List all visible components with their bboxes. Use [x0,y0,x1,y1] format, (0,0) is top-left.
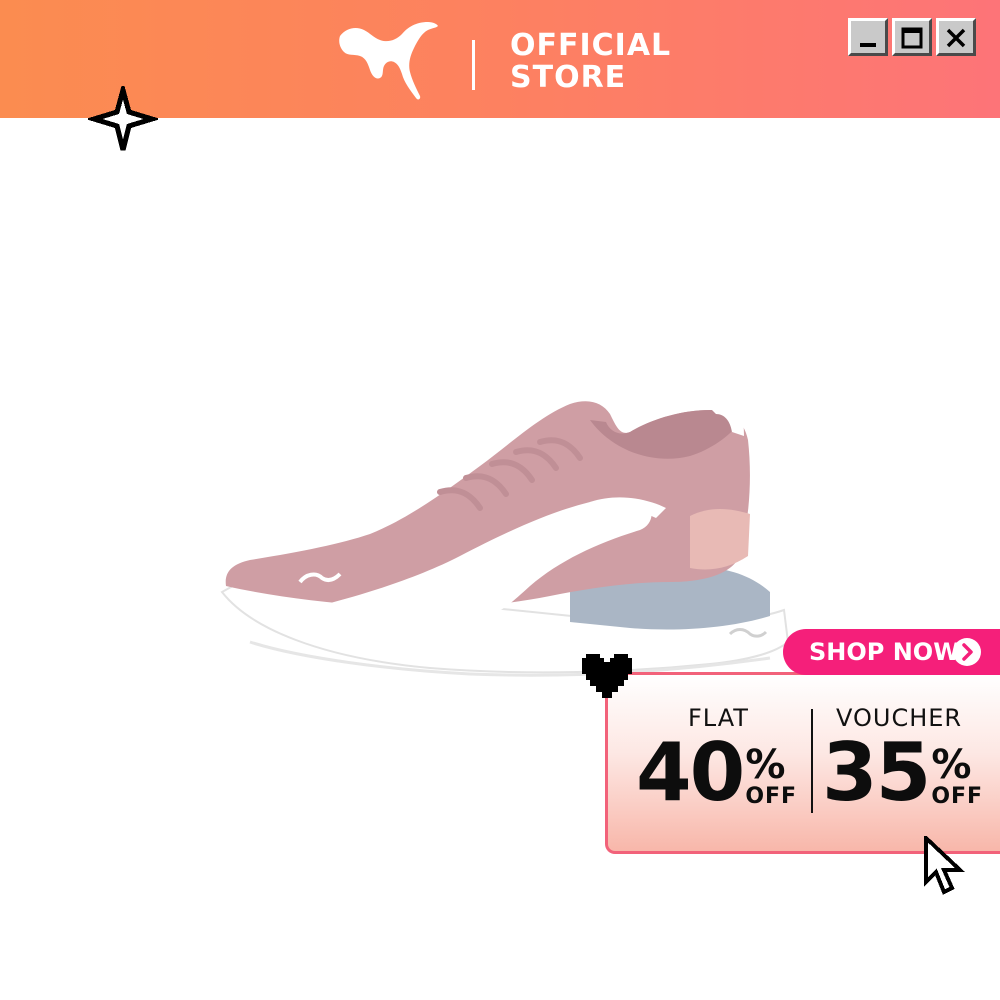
minimize-button[interactable] [848,18,888,56]
promo-divider [811,709,813,813]
shop-now-label: SHOP NOW [809,638,960,666]
voucher-discount: VOUCHER 35 % OFF [822,705,992,813]
window-controls [848,18,976,58]
promo-card[interactable]: FLAT 40 % OFF VOUCHER 35 % OFF [605,672,1000,854]
shop-now-button[interactable]: SHOP NOW [783,629,1000,675]
maximize-button[interactable] [892,18,932,56]
flat-percent: % [745,742,786,788]
flat-discount: FLAT 40 % OFF [636,705,804,813]
close-icon [946,28,966,48]
product-sneaker-image [220,399,790,677]
sparkle-icon [88,86,158,151]
voucher-percent: % [931,742,972,788]
flat-off: OFF [745,784,798,809]
cursor-icon [924,836,966,895]
official-label: OFFICIAL [510,28,672,63]
heart-icon [582,654,632,698]
chevron-right-icon [953,638,981,666]
minimize-icon [860,43,876,47]
store-label: STORE [510,60,627,95]
puma-logo-icon [339,22,438,100]
flat-value: 40 [636,726,745,819]
header-divider [472,40,475,90]
maximize-icon [901,27,923,49]
official-store-label: OFFICIAL STORE [510,30,680,94]
close-button[interactable] [936,18,976,56]
voucher-value: 35 [822,726,931,819]
voucher-off: OFF [931,784,984,809]
